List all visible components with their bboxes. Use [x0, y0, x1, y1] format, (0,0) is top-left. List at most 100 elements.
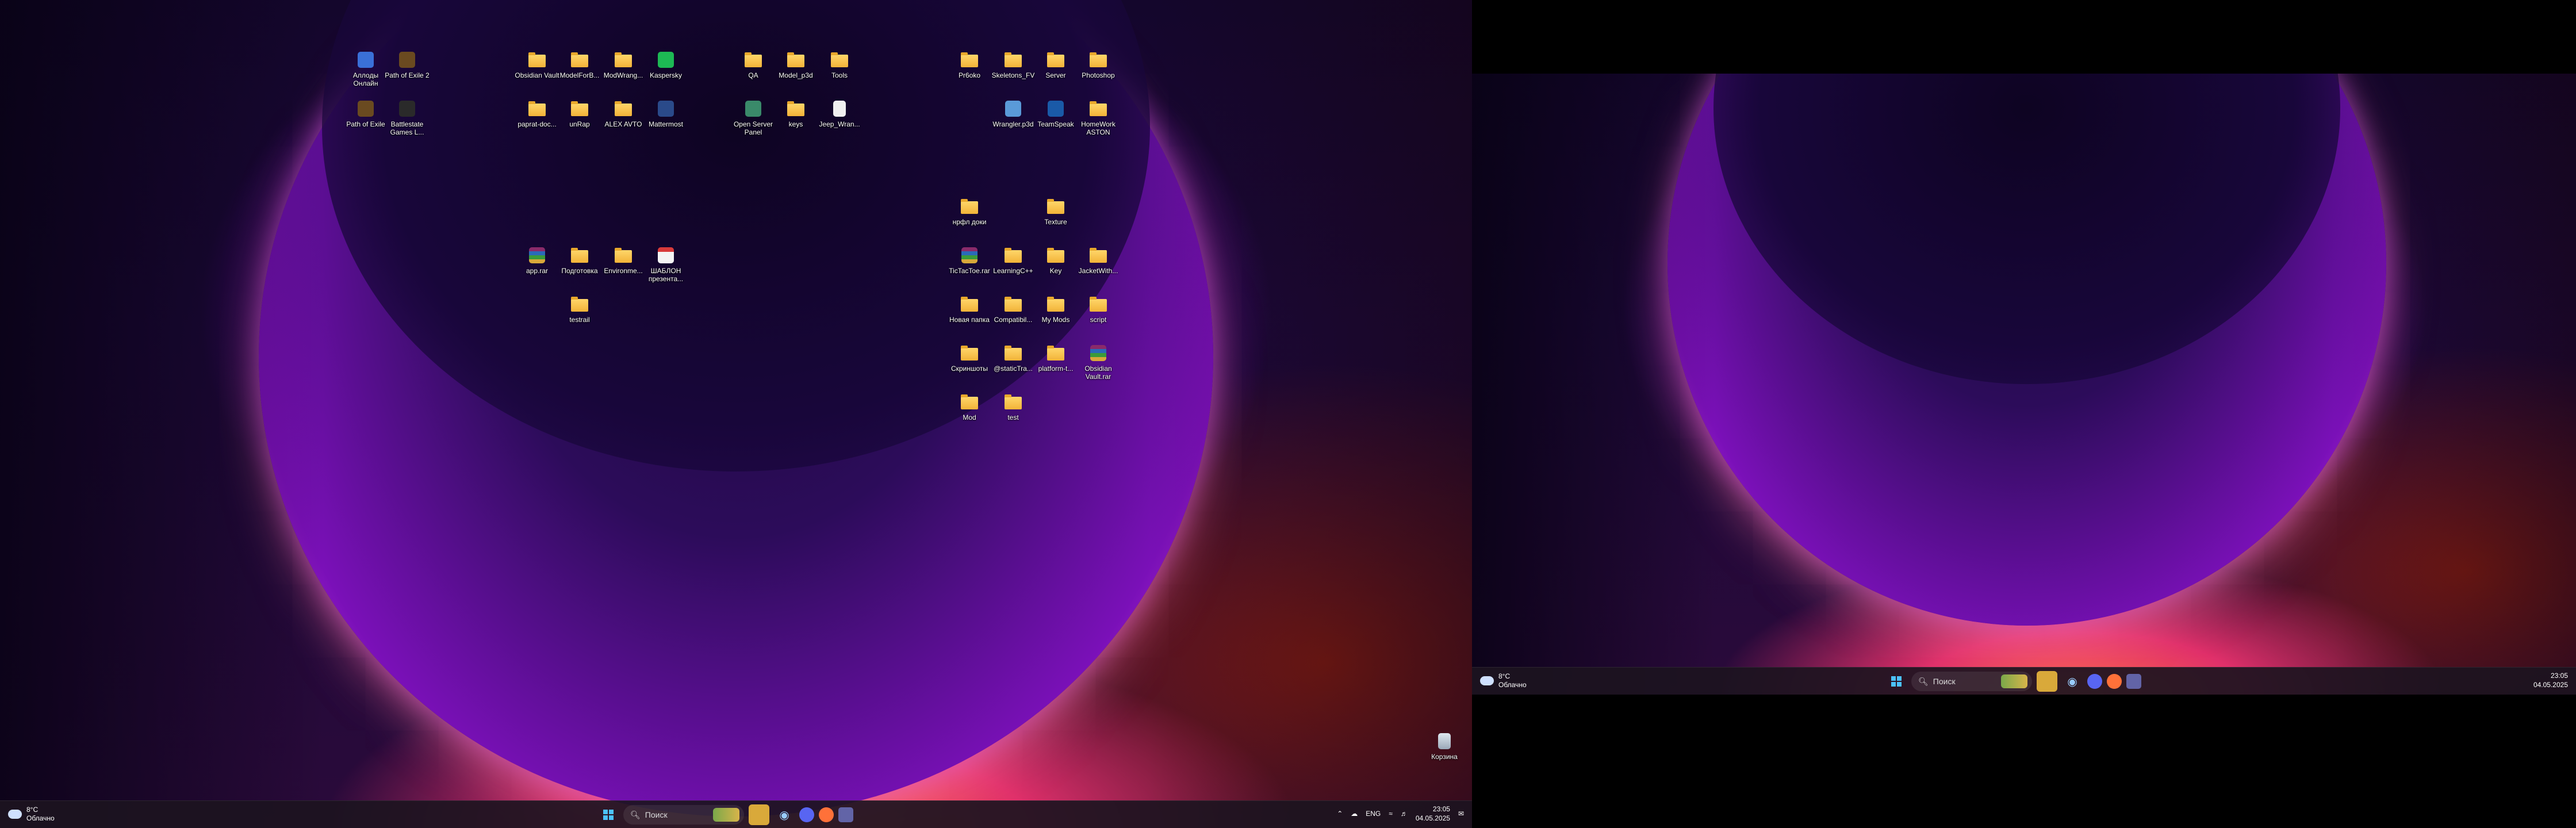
start-button-2[interactable]: [1886, 671, 1907, 692]
folder-icon: [1088, 296, 1108, 313]
desktop-icon[interactable]: ALEX AVTO: [603, 101, 644, 128]
desktop-icon[interactable]: HomeWork ASTON: [1078, 101, 1119, 136]
desktop-icon-label: ModelForB...: [559, 71, 600, 79]
desktop-icon[interactable]: Mattermost: [645, 101, 687, 128]
pdf-icon: [656, 247, 676, 264]
folder-icon: [960, 198, 979, 216]
folder-icon: [960, 394, 979, 411]
desktop-icon[interactable]: Jeep_Wran...: [819, 101, 860, 128]
desktop-icon-label: Skeletons_FV: [991, 71, 1035, 79]
folder-icon: [1003, 247, 1023, 264]
discord-icon[interactable]: [2087, 674, 2102, 689]
firefox-icon[interactable]: [2107, 674, 2122, 689]
search-box-2[interactable]: 🔍︎ Поиск: [1911, 672, 2032, 691]
clock-2[interactable]: 23:05 04.05.2025: [2533, 671, 2568, 689]
desktop-icon[interactable]: Photoshop: [1078, 52, 1119, 79]
desktop-icon[interactable]: JacketWith...: [1078, 247, 1119, 275]
weather-temp: 8°C: [26, 806, 39, 814]
desktop-icon[interactable]: TeamSpeak: [1035, 101, 1076, 128]
desktop-icon[interactable]: Texture: [1035, 198, 1076, 226]
desktop-icon[interactable]: QA: [733, 52, 774, 79]
discord-icon[interactable]: [799, 807, 814, 822]
desktop-icon[interactable]: unRap: [559, 101, 600, 128]
steam-icon[interactable]: ◉: [2062, 671, 2083, 692]
app-icon: [1046, 101, 1065, 118]
desktop-icon[interactable]: test: [992, 394, 1034, 421]
desktop-icon[interactable]: @staticTra...: [992, 345, 1034, 373]
folder-icon: [570, 296, 589, 313]
folder-icon: [1003, 345, 1023, 362]
desktop-icon[interactable]: Новая папка: [949, 296, 990, 324]
desktop-icon[interactable]: My Mods: [1035, 296, 1076, 324]
desktop-icon[interactable]: Obsidian Vault: [515, 52, 559, 79]
steam-icon[interactable]: ◉: [774, 804, 795, 825]
firefox-icon[interactable]: [819, 807, 834, 822]
folder-icon: [570, 52, 589, 69]
search-icon: 🔍︎: [630, 810, 641, 819]
desktop-icon[interactable]: TicTacToe.rar: [949, 247, 990, 275]
desktop-icon[interactable]: ModelForB...: [559, 52, 600, 79]
volume-icon[interactable]: ♬: [1401, 810, 1408, 818]
desktop-icon[interactable]: Аллоды Онлайн: [345, 52, 386, 87]
desktop-icon[interactable]: Open Server Panel: [733, 101, 774, 136]
desktop-icon-label: Jeep_Wran...: [819, 120, 860, 128]
search-box[interactable]: 🔍︎ Поиск: [623, 805, 744, 825]
teams-icon[interactable]: [838, 807, 853, 822]
search-placeholder: Поиск: [645, 810, 668, 819]
archive-icon: [960, 247, 979, 264]
folder-icon: [1088, 247, 1108, 264]
desktop-icon[interactable]: LearningC++: [992, 247, 1034, 275]
desktop-icon[interactable]: Path of Exile: [345, 101, 386, 128]
desktop-icon[interactable]: рарrat-doc...: [516, 101, 558, 128]
app-icon: [743, 101, 763, 118]
desktop-icon[interactable]: Skeletons_FV: [992, 52, 1034, 79]
desktop-icon[interactable]: Obsidian Vault.rar: [1078, 345, 1119, 381]
desktop-icon[interactable]: Mod: [949, 394, 990, 421]
teams-icon[interactable]: [2126, 674, 2141, 689]
desktop-icon-label: platform-t...: [1038, 365, 1074, 373]
weather-temp-2: 8°C: [1498, 672, 1511, 680]
desktop-icon[interactable]: Скриншоты: [949, 345, 990, 373]
desktop-icon-label: Аллоды Онлайн: [352, 71, 379, 87]
desktop-icon[interactable]: Корзина: [1424, 733, 1465, 761]
desktop-icon[interactable]: Server: [1035, 52, 1076, 79]
desktop-icon[interactable]: Tools: [819, 52, 860, 79]
desktop-icon[interactable]: Kaspersky: [645, 52, 687, 79]
folder-icon: [614, 247, 633, 264]
desktop-icon[interactable]: keys: [775, 101, 816, 128]
desktop-icon[interactable]: ШАБЛОН презента...: [645, 247, 687, 283]
weather-desc: Облачно: [26, 814, 55, 822]
desktop-icon[interactable]: Environme...: [603, 247, 644, 275]
desktop-icon[interactable]: ModWrang...: [603, 52, 644, 79]
onedrive-icon[interactable]: ☁: [1351, 810, 1358, 818]
file-explorer-icon[interactable]: [2037, 671, 2057, 692]
desktop-icon[interactable]: platform-t...: [1035, 345, 1076, 373]
file-explorer-icon[interactable]: [749, 804, 769, 825]
cloud-icon: [8, 810, 22, 819]
weather-widget[interactable]: 8°C Облачно: [8, 806, 55, 823]
notification-icon[interactable]: ✉: [1458, 810, 1464, 818]
weather-widget-2[interactable]: 8°C Облачно: [1480, 672, 1527, 689]
clock[interactable]: 23:05 04.05.2025: [1416, 804, 1450, 823]
wifi-icon[interactable]: ≈: [1389, 810, 1393, 818]
desktop-icon[interactable]: Compatibil...: [992, 296, 1034, 324]
desktop-icon[interactable]: нрфл доки: [949, 198, 990, 226]
desktop-icon[interactable]: testrail: [559, 296, 600, 324]
desktop-icon[interactable]: Wrangler.p3d: [992, 101, 1034, 128]
folder-icon: [614, 52, 633, 69]
desktop-icon[interactable]: Path of Exile 2: [385, 52, 430, 79]
desktop-icon[interactable]: Model_p3d: [775, 52, 816, 79]
language-indicator[interactable]: ENG: [1366, 810, 1381, 818]
desktop-icon-label: HomeWork ASTON: [1081, 120, 1116, 136]
chevron-up-icon[interactable]: ⌃: [1337, 810, 1343, 818]
start-button[interactable]: [598, 804, 619, 825]
primary-monitor: Аллоды Онлайн Path of Exile 2 Path of Exil…: [0, 0, 1472, 828]
desktop-icon[interactable]: Key: [1035, 247, 1076, 275]
folder-icon: [570, 101, 589, 118]
desktop-icon[interactable]: Battlestate Games L...: [386, 101, 428, 136]
desktop-icon[interactable]: Подготовка: [559, 247, 600, 275]
desktop-icon[interactable]: арр.rar: [516, 247, 558, 275]
desktop-icon[interactable]: script: [1078, 296, 1119, 324]
folder-icon: [1046, 52, 1065, 69]
desktop-icon[interactable]: Pr6oko: [949, 52, 990, 79]
